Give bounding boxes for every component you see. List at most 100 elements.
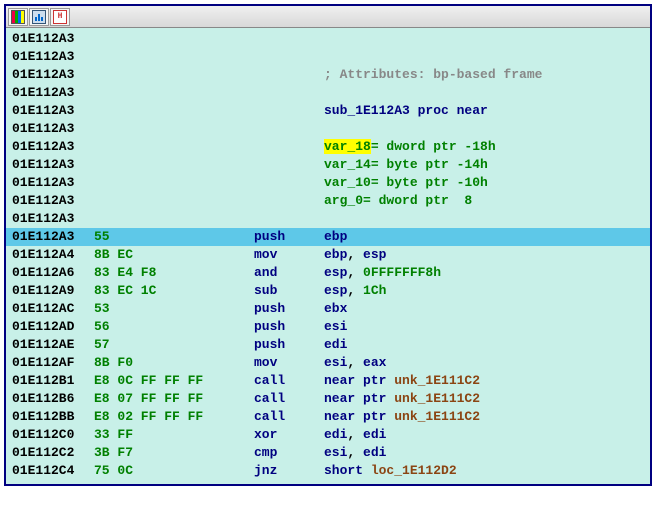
mnemonic: push [254, 318, 324, 336]
var-name: arg_0 [324, 193, 363, 208]
mnemonic: call [254, 390, 324, 408]
instruction-line[interactable]: 01E112BBE8 02 FF FF FF callnear ptr unk_… [6, 408, 650, 426]
instruction-line[interactable]: 01E112A983 EC 1C subesp, 1Ch [6, 282, 650, 300]
address: 01E112A3 [12, 66, 94, 84]
proc-name: sub_1E112A3 [324, 103, 410, 118]
mnemonic: xor [254, 426, 324, 444]
operands: esi, eax [324, 354, 386, 372]
color-view-button[interactable] [8, 8, 28, 26]
disassembly-listing[interactable]: 01E112A301E112A301E112A3; Attributes: bp… [6, 28, 650, 484]
address: 01E112A3 [12, 84, 94, 102]
graph-view-button[interactable] [29, 8, 49, 26]
var-line[interactable]: 01E112A3 var_14= byte ptr -14h [6, 156, 650, 174]
address: 01E112A4 [12, 246, 94, 264]
operands: near ptr unk_1E111C2 [324, 408, 480, 426]
instruction-line[interactable]: 01E112AF8B F0 movesi, eax [6, 354, 650, 372]
mnemonic: mov [254, 354, 324, 372]
address: 01E112B1 [12, 372, 94, 390]
hex-icon: H [53, 10, 67, 24]
bytes: 3B F7 [94, 444, 254, 462]
mnemonic: sub [254, 282, 324, 300]
var-name: var_10 [324, 175, 371, 190]
address: 01E112A3 [12, 192, 94, 210]
instruction-line[interactable]: 01E112C23B F7 cmpesi, edi [6, 444, 650, 462]
address: 01E112AF [12, 354, 94, 372]
operands: short loc_1E112D2 [324, 462, 457, 480]
bytes: 8B F0 [94, 354, 254, 372]
stripes-icon [11, 10, 25, 24]
address: 01E112A3 [12, 138, 94, 156]
header-line[interactable]: 01E112A3 [6, 48, 650, 66]
address: 01E112A3 [12, 48, 94, 66]
var-decl: = byte ptr -14h [371, 157, 488, 172]
var-line[interactable]: 01E112A3arg_0= dword ptr 8 [6, 192, 650, 210]
mnemonic: push [254, 300, 324, 318]
header-line[interactable]: 01E112A3 [6, 210, 650, 228]
bytes: E8 07 FF FF FF [94, 390, 254, 408]
address: 01E112A3 [12, 102, 94, 120]
address: 01E112C2 [12, 444, 94, 462]
var-line[interactable]: 01E112A3var_18= dword ptr -18h [6, 138, 650, 156]
comment-line[interactable]: 01E112A3 ; Attributes: bp-based frame [6, 66, 650, 84]
operands: ebx [324, 300, 347, 318]
operands: esp, 1Ch [324, 282, 386, 300]
bytes: 55 [94, 228, 254, 246]
mnemonic: push [254, 228, 324, 246]
proc-decl[interactable]: 01E112A3sub_1E112A3 proc near [6, 102, 650, 120]
toolbar: H [6, 6, 650, 28]
bytes: E8 0C FF FF FF [94, 372, 254, 390]
mnemonic: mov [254, 246, 324, 264]
operands: esi, edi [324, 444, 386, 462]
address: 01E112B6 [12, 390, 94, 408]
bytes: 8B EC [94, 246, 254, 264]
bytes: E8 02 FF FF FF [94, 408, 254, 426]
address: 01E112A6 [12, 264, 94, 282]
var-line[interactable]: 01E112A3 var_10= byte ptr -10h [6, 174, 650, 192]
instruction-line[interactable]: 01E112AE57 pushedi [6, 336, 650, 354]
address: 01E112AE [12, 336, 94, 354]
operands: ebp, esp [324, 246, 386, 264]
instruction-line[interactable]: 01E112AC53 pushebx [6, 300, 650, 318]
instruction-line[interactable]: 01E112A683 E4 F8 andesp, 0FFFFFFF8h [6, 264, 650, 282]
instruction-line[interactable]: 01E112B6E8 07 FF FF FF callnear ptr unk_… [6, 390, 650, 408]
address: 01E112A3 [12, 228, 94, 246]
header-line[interactable]: 01E112A3 [6, 30, 650, 48]
address: 01E112A3 [12, 174, 94, 192]
bytes: 75 0C [94, 462, 254, 480]
address: 01E112C4 [12, 462, 94, 480]
mnemonic: call [254, 372, 324, 390]
operands: esp, 0FFFFFFF8h [324, 264, 441, 282]
bytes: 33 FF [94, 426, 254, 444]
address: 01E112A3 [12, 120, 94, 138]
address: 01E112A3 [12, 30, 94, 48]
hex-view-button[interactable]: H [50, 8, 70, 26]
bytes: 57 [94, 336, 254, 354]
operands: near ptr unk_1E111C2 [324, 390, 480, 408]
mnemonic: jnz [254, 462, 324, 480]
operands: edi, edi [324, 426, 386, 444]
var-decl: = byte ptr -10h [371, 175, 488, 190]
address: 01E112A3 [12, 156, 94, 174]
disassembly-window: H 01E112A301E112A301E112A3; Attributes: … [4, 4, 652, 486]
instruction-line[interactable]: 01E112A48B EC movebp, esp [6, 246, 650, 264]
chart-icon [32, 10, 46, 24]
address: 01E112A3 [12, 210, 94, 228]
var-name: var_14 [324, 157, 371, 172]
instruction-line[interactable]: 01E112AD56 pushesi [6, 318, 650, 336]
header-line[interactable]: 01E112A3 [6, 84, 650, 102]
address: 01E112BB [12, 408, 94, 426]
var-decl: = dword ptr -18h [371, 139, 496, 154]
instruction-line[interactable]: 01E112B1E8 0C FF FF FF callnear ptr unk_… [6, 372, 650, 390]
instruction-line[interactable]: 01E112C475 0C jnzshort loc_1E112D2 [6, 462, 650, 480]
address: 01E112AC [12, 300, 94, 318]
bytes: 83 EC 1C [94, 282, 254, 300]
bytes: 83 E4 F8 [94, 264, 254, 282]
header-line[interactable]: 01E112A3 [6, 120, 650, 138]
instruction-line[interactable]: 01E112A355 pushebp [6, 228, 650, 246]
attributes-comment: ; Attributes: bp-based frame [324, 66, 542, 84]
mnemonic: call [254, 408, 324, 426]
operands: near ptr unk_1E111C2 [324, 372, 480, 390]
bytes: 56 [94, 318, 254, 336]
instruction-line[interactable]: 01E112C033 FF xoredi, edi [6, 426, 650, 444]
mnemonic: and [254, 264, 324, 282]
